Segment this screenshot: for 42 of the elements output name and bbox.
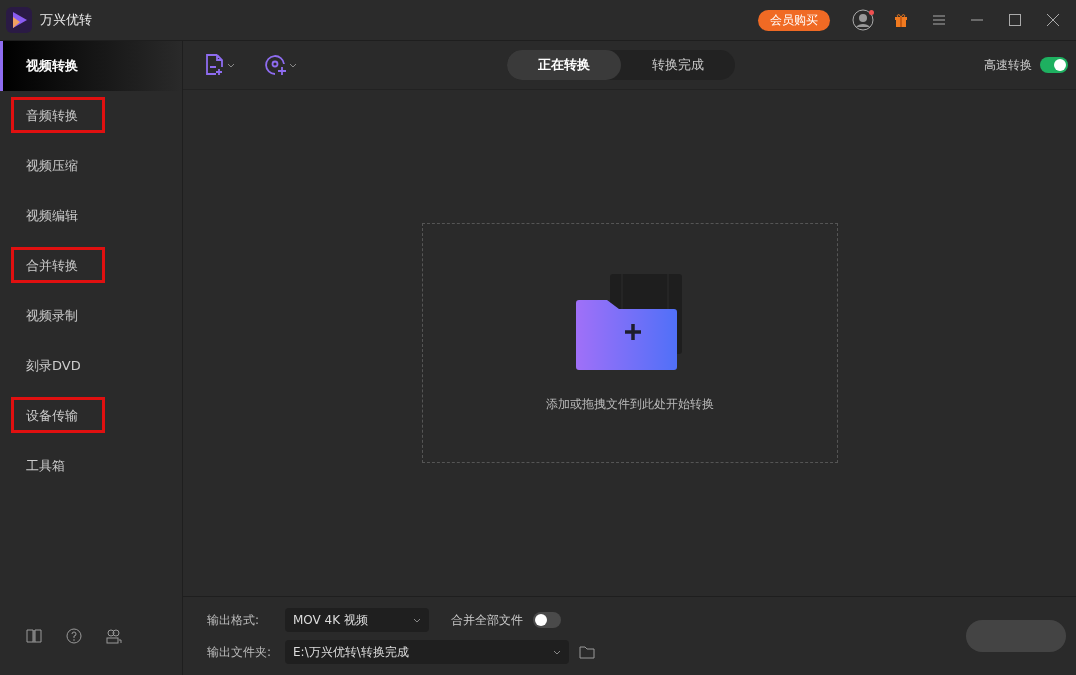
start-button[interactable]: [966, 620, 1066, 652]
disc-add-icon: [265, 54, 287, 76]
sidebar-item[interactable]: 工具箱: [0, 441, 182, 491]
help-icon[interactable]: [66, 628, 82, 644]
add-disc-button[interactable]: [265, 54, 297, 76]
sidebar-item[interactable]: 视频压缩: [0, 141, 182, 191]
format-dropdown[interactable]: MOV 4K 视频: [285, 608, 429, 632]
merge-toggle[interactable]: [533, 612, 561, 628]
caret-icon: [289, 62, 297, 68]
maximize-icon: [1009, 14, 1021, 26]
folder-icon[interactable]: [579, 645, 595, 659]
caret-icon: [227, 62, 235, 68]
high-speed-toggle[interactable]: [1040, 57, 1068, 73]
user-avatar-icon: [852, 9, 874, 31]
app-title: 万兴优转: [40, 11, 92, 29]
minimize-icon: [971, 19, 983, 21]
high-speed-label: 高速转换: [984, 56, 1032, 74]
folder-add-icon: [575, 273, 684, 370]
tab[interactable]: 正在转换: [507, 50, 621, 80]
gift-icon: [894, 13, 908, 27]
app-logo-icon: [6, 7, 32, 33]
output-folder-label: 输出文件夹:: [207, 643, 273, 661]
close-icon: [1047, 14, 1059, 26]
drop-zone[interactable]: 添加或拖拽文件到此处开始转换: [421, 223, 838, 463]
sidebar-item[interactable]: 视频录制: [0, 291, 182, 341]
merge-label: 合并全部文件: [451, 611, 523, 629]
output-format-label: 输出格式:: [207, 611, 261, 629]
caret-icon: [413, 617, 421, 623]
sidebar-item[interactable]: 视频编辑: [0, 191, 182, 241]
caret-icon: [553, 649, 561, 655]
sidebar-item[interactable]: 刻录DVD: [0, 341, 182, 391]
sidebar-item[interactable]: 音频转换: [0, 91, 182, 141]
sidebar-item[interactable]: 合并转换: [0, 241, 182, 291]
add-file-button[interactable]: [205, 54, 235, 76]
tab[interactable]: 转换完成: [621, 50, 735, 80]
sidebar-item[interactable]: 设备传输: [0, 391, 182, 441]
file-add-icon: [205, 54, 225, 76]
book-icon[interactable]: [26, 629, 42, 643]
folder-dropdown[interactable]: E:\万兴优转\转换完成: [285, 640, 569, 664]
users-icon[interactable]: [106, 628, 122, 644]
drop-hint: 添加或拖拽文件到此处开始转换: [545, 395, 714, 413]
menu-icon: [933, 15, 945, 25]
